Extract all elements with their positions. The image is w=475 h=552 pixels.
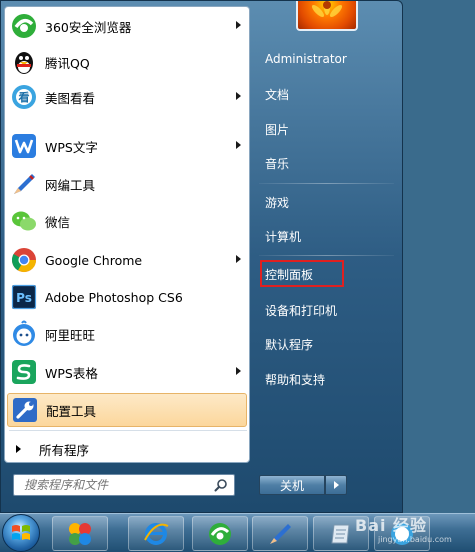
app-label: WPS文字 — [45, 139, 98, 155]
all-programs-button[interactable]: 所有程序 — [7, 436, 247, 462]
right-item-default-programs[interactable]: 默认程序 — [259, 329, 394, 359]
right-item-user-name[interactable]: Administrator — [259, 44, 394, 74]
photoshop-icon: Ps — [9, 282, 39, 312]
search-icon[interactable] — [214, 478, 228, 495]
pen-tool-icon — [270, 523, 291, 544]
wps-writer-icon — [9, 131, 39, 161]
app-item-aliwangwang[interactable]: 阿里旺旺 — [7, 317, 247, 351]
internet-explorer-icon — [144, 522, 169, 545]
app-item-google-chrome[interactable]: Google Chrome — [7, 243, 247, 277]
right-item-label: 默认程序 — [265, 337, 314, 352]
submenu-arrow-icon[interactable] — [236, 255, 241, 263]
pen-tool-icon — [9, 169, 39, 199]
svg-text:看: 看 — [19, 90, 30, 104]
taskbar-item-pen-tool[interactable] — [252, 516, 308, 551]
shutdown-options-button[interactable] — [325, 475, 347, 495]
right-item-label: 音乐 — [265, 156, 290, 171]
divider — [259, 183, 394, 184]
wrench-icon — [10, 395, 40, 425]
submenu-arrow-icon[interactable] — [236, 92, 241, 100]
shutdown-button[interactable]: 关机 — [259, 475, 325, 495]
right-item-label: 计算机 — [265, 229, 302, 244]
app-label: 配置工具 — [46, 403, 97, 419]
app-label: 阿里旺旺 — [45, 327, 96, 343]
watermark-text: Bai 经验 — [355, 516, 428, 535]
qq-penguin-icon — [9, 47, 39, 77]
user-name-label: Administrator — [265, 52, 347, 66]
flower-picture-icon — [311, 0, 343, 18]
taskbar-item-colorful-app[interactable] — [52, 516, 108, 551]
app-label: Google Chrome — [45, 252, 143, 268]
start-button[interactable] — [2, 514, 40, 552]
taskbar-item-ie[interactable] — [128, 516, 184, 551]
svg-text:Ps: Ps — [16, 291, 32, 305]
app-label: WPS表格 — [45, 365, 98, 381]
chevron-right-icon — [333, 481, 339, 489]
app-label: 腾讯QQ — [45, 55, 90, 71]
expand-arrow-icon — [16, 445, 21, 453]
right-item-pictures[interactable]: 图片 — [259, 114, 394, 144]
right-item-games[interactable]: 游戏 — [259, 187, 394, 217]
app-label: 360安全浏览器 — [45, 19, 132, 35]
aliwangwang-icon — [9, 319, 39, 349]
colorful-balls-icon — [69, 522, 91, 545]
divider — [9, 430, 247, 431]
app-label: 美图看看 — [45, 90, 96, 106]
submenu-arrow-icon[interactable] — [236, 21, 241, 29]
wechat-icon — [9, 206, 39, 236]
submenu-arrow-icon[interactable] — [236, 367, 241, 375]
app-label: Adobe Photoshop CS6 — [45, 289, 183, 305]
search-input[interactable] — [22, 477, 206, 493]
taskbar-item-360-browser[interactable] — [192, 516, 248, 551]
right-item-label: 游戏 — [265, 195, 290, 210]
app-item-wps-writer[interactable]: WPS文字 — [7, 129, 247, 163]
right-item-devices-printers[interactable]: 设备和打印机 — [259, 295, 394, 325]
wps-spreadsheet-icon — [9, 357, 39, 387]
right-item-music[interactable]: 音乐 — [259, 148, 394, 178]
meitu-viewer-icon: 看 — [9, 82, 39, 112]
all-programs-label: 所有程序 — [39, 442, 90, 458]
app-item-wps-spreadsheet[interactable]: WPS表格 — [7, 355, 247, 389]
divider — [259, 255, 394, 256]
right-item-help-support[interactable]: 帮助和支持 — [259, 364, 394, 394]
watermark-subtext: jingyan.baidu.com — [378, 535, 452, 544]
right-item-documents[interactable]: 文档 — [259, 79, 394, 109]
app-label: 网编工具 — [45, 177, 96, 193]
start-menu: 360安全浏览器 腾讯QQ 看 美图看看 WPS文字 网编工具 微信 Googl… — [0, 0, 403, 513]
app-label: 微信 — [45, 214, 71, 230]
right-item-label: 设备和打印机 — [265, 303, 338, 318]
user-avatar[interactable] — [296, 0, 358, 31]
app-item-config-tool[interactable]: 配置工具 — [7, 393, 247, 427]
right-item-computer[interactable]: 计算机 — [259, 221, 394, 251]
chrome-icon — [9, 245, 39, 275]
app-item-pen-tool[interactable]: 网编工具 — [7, 167, 247, 201]
360-browser-icon — [209, 522, 231, 545]
right-item-label: 图片 — [265, 122, 290, 137]
annotation-highlight-box — [260, 260, 344, 287]
programs-panel: 360安全浏览器 腾讯QQ 看 美图看看 WPS文字 网编工具 微信 Googl… — [4, 6, 250, 463]
submenu-arrow-icon[interactable] — [236, 141, 241, 149]
right-item-label: 文档 — [265, 87, 290, 102]
360-browser-icon — [9, 11, 39, 41]
windows-logo-icon — [12, 525, 30, 540]
app-item-photoshop[interactable]: Ps Adobe Photoshop CS6 — [7, 280, 247, 314]
shutdown-label: 关机 — [279, 478, 304, 493]
app-item-meitu-viewer[interactable]: 看 美图看看 — [7, 80, 247, 114]
app-item-360-browser[interactable]: 360安全浏览器 — [7, 9, 247, 43]
search-box[interactable] — [13, 474, 235, 496]
app-item-qq[interactable]: 腾讯QQ — [7, 45, 247, 79]
right-item-label: 帮助和支持 — [265, 372, 326, 387]
app-item-wechat[interactable]: 微信 — [7, 204, 247, 238]
notepad-icon — [331, 524, 350, 543]
